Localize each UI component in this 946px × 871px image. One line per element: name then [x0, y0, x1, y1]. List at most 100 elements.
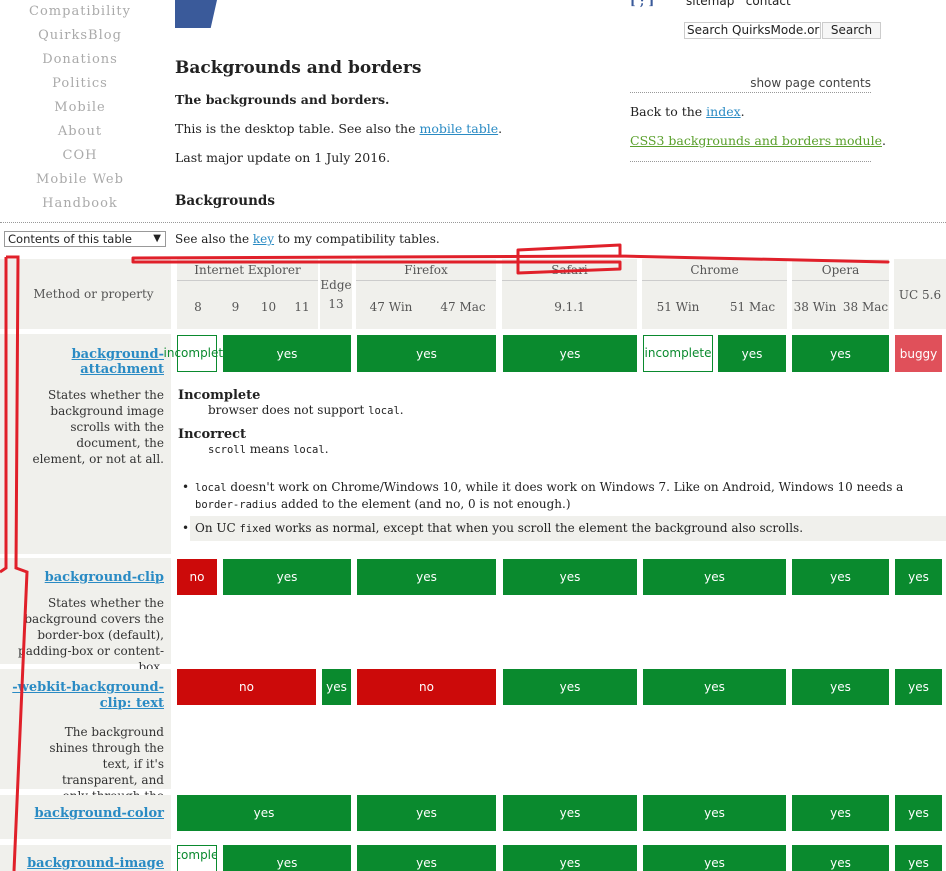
brackets-icon: [ ; ] [630, 0, 655, 8]
result-yes: yes [895, 795, 942, 831]
index-link[interactable]: index [706, 104, 741, 119]
result-no: no [357, 669, 496, 705]
section-heading-backgrounds: Backgrounds [175, 193, 275, 209]
result-yes: yes [792, 669, 889, 705]
nav-about[interactable]: About [0, 124, 160, 139]
opera-label: Opera [792, 260, 889, 281]
code-local: local [293, 444, 325, 456]
prop-description: States whether the background image scro… [32, 388, 164, 466]
bullet-icon: • [182, 521, 190, 535]
ie8-version: 8 [194, 300, 202, 314]
nav-compatibility[interactable]: Compatibility [0, 4, 160, 19]
method-header: Method or property [33, 287, 154, 301]
contents-dropdown-label: Contents of this table [8, 232, 132, 246]
key-link[interactable]: key [253, 232, 274, 246]
code-local: local [195, 482, 227, 494]
page-title: Backgrounds and borders [175, 58, 422, 78]
result-yes: yes [223, 559, 351, 595]
code-scroll: scroll [208, 444, 246, 456]
css3-post: . [882, 133, 886, 148]
result-yes: yes [718, 335, 786, 372]
site-logo[interactable] [175, 0, 217, 28]
chrome-label: Chrome [642, 260, 787, 281]
result-yes: yes [503, 335, 637, 372]
prop-background-image[interactable]: background-image [0, 856, 164, 871]
row-label-attachment: background-attachment States whether the… [0, 334, 171, 554]
search-input[interactable]: Search QuirksMode.or [684, 22, 821, 39]
uc-version: UC 5.6 [898, 288, 942, 302]
contact-link[interactable]: contact [746, 0, 791, 8]
safari-label: Safari [502, 260, 637, 281]
prop-description: States whether the background covers the… [18, 596, 164, 674]
result-incomplete: incomplete [177, 845, 217, 871]
opera-win-version: 38 Win [793, 300, 837, 314]
ie9-version: 9 [231, 300, 240, 314]
note-incorrect: scroll means local. [178, 442, 404, 456]
nav-handbook[interactable]: Handbook [0, 196, 160, 211]
note-text: . [399, 403, 404, 417]
note-text: works as normal, except that when you sc… [271, 521, 804, 535]
prop-background-color[interactable]: background-color [0, 806, 164, 821]
result-no: no [177, 559, 217, 595]
mobile-table-link[interactable]: mobile table [419, 121, 498, 136]
result-yes: yes [357, 559, 496, 595]
result-yes: yes [322, 669, 351, 705]
show-page-contents-label: show page contents [750, 76, 871, 90]
back-to-post: . [740, 104, 745, 119]
nav-coh[interactable]: COH [0, 148, 160, 163]
result-yes: yes [792, 795, 889, 831]
divider [0, 222, 946, 223]
nav-mobile[interactable]: Mobile [0, 100, 160, 115]
result-incomplete: incomplete [164, 335, 231, 372]
row-label-image: background-image [0, 845, 171, 871]
result-yes: yes [895, 559, 942, 595]
result-yes: yes [223, 335, 351, 372]
bullet-icon: • [182, 480, 190, 494]
result-yes: yes [503, 845, 637, 871]
sitemap-link[interactable]: sitemap [686, 0, 734, 8]
note-text: On UC [195, 521, 240, 535]
intro-desktop-table: This is the desktop table. See also the … [175, 121, 502, 136]
result-yes: yes [792, 845, 889, 871]
prop-background-clip[interactable]: background-clip [0, 570, 164, 585]
ie-label: Internet Explorer [177, 260, 318, 281]
result-yes: yes [643, 845, 786, 871]
result-incomplete: incomplete [643, 335, 713, 372]
intro-bold: The backgrounds and borders. [175, 92, 390, 107]
nav-donations[interactable]: Donations [0, 52, 160, 67]
nav-quirksblog[interactable]: QuirksBlog [0, 28, 160, 43]
row-label-color: background-color [0, 795, 171, 839]
code-border-radius: border-radius [195, 499, 278, 511]
search-button[interactable]: Search [822, 22, 881, 39]
css3-module-link[interactable]: CSS3 backgrounds and borders module [630, 133, 882, 148]
last-update: Last major update on 1 July 2016. [175, 150, 391, 165]
prop-webkit-background-clip[interactable]: -webkit-background-clip: text [0, 680, 164, 712]
prop-background-attachment[interactable]: background-attachment [0, 347, 164, 377]
edge-header [320, 259, 352, 329]
divider [630, 161, 871, 162]
nav-mobile-web[interactable]: Mobile Web [0, 172, 160, 187]
chevron-down-icon: ▼ [153, 233, 161, 244]
code-fixed: fixed [239, 523, 272, 535]
result-yes: yes [643, 669, 786, 705]
sitemap-contact: sitemap contact [686, 0, 791, 8]
intro1-text: This is the desktop table. See also the [175, 121, 420, 136]
show-page-contents[interactable]: show page contents [630, 76, 871, 93]
ie10-version: 10 [260, 300, 277, 314]
result-yes: yes [895, 845, 942, 871]
ie11-version: 11 [294, 300, 310, 314]
result-yes: yes [643, 559, 786, 595]
nav-politics[interactable]: Politics [0, 76, 160, 91]
result-yes: yes [792, 559, 889, 595]
firefox-mac-version: 47 Mac [440, 300, 486, 314]
note-text: . [324, 442, 329, 456]
note-heading-incorrect: Incorrect [178, 427, 247, 442]
see-also-text: See also the [175, 232, 253, 246]
contents-dropdown[interactable]: Contents of this table ▼ [4, 231, 166, 247]
firefox-win-version: 47 Win [369, 300, 413, 314]
result-yes: yes [643, 795, 786, 831]
back-to-text: Back to the [630, 104, 707, 119]
method-header-cell: Method or property [0, 259, 171, 329]
result-yes: yes [357, 795, 496, 831]
chrome-mac-version: 51 Mac [729, 300, 776, 314]
